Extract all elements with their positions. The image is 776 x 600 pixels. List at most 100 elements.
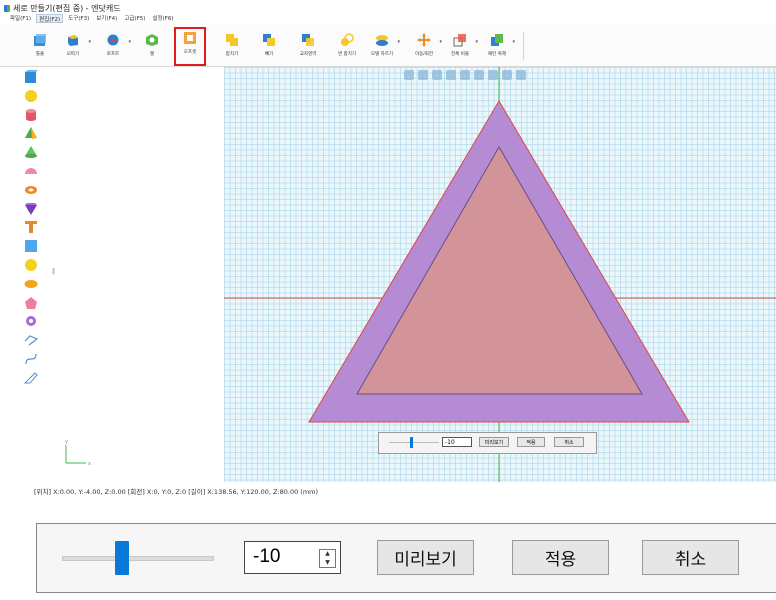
spin-down-icon[interactable]: ▼ — [320, 559, 335, 568]
scene — [224, 67, 776, 482]
view-back-icon[interactable] — [502, 70, 512, 80]
scale-dropdown-icon[interactable]: ▾ — [475, 39, 478, 45]
axis-x-label: x — [88, 461, 91, 467]
menu-edit[interactable]: 편집(F2) — [36, 14, 64, 23]
pattern-copy-dropdown-icon[interactable]: ▾ — [512, 39, 515, 45]
ellipse-icon[interactable] — [24, 277, 38, 291]
preview-label: 미리보기 — [394, 550, 457, 570]
rectangle-icon[interactable] — [24, 239, 38, 253]
move-rotate-button[interactable]: 이동/회전 ▾ — [410, 30, 442, 64]
model-cut-dropdown-icon[interactable]: ▾ — [397, 39, 400, 45]
cylinder-icon[interactable] — [24, 108, 38, 122]
primitive-toolbar — [18, 68, 44, 388]
menu-file[interactable]: 파일(F1) — [8, 14, 33, 23]
window-title: 세로 만들기(편집 중) - 엔닷캐드 — [13, 3, 121, 13]
mini-preview-button[interactable]: 미리보기 — [479, 437, 509, 447]
offset-value-spinbox[interactable]: -10 ▲ ▼ — [244, 541, 341, 574]
export-button[interactable]: 틀출 — [26, 30, 54, 64]
mini-preview-label: 미리보기 — [484, 440, 504, 446]
pattern-copy-button[interactable]: 패턴 복제 ▾ — [483, 30, 515, 64]
preview-button[interactable]: 미리보기 — [377, 540, 474, 575]
loft-label: 로프트 — [106, 52, 120, 57]
view-top-icon[interactable] — [460, 70, 470, 80]
intersect-button[interactable]: 교차영역 — [294, 30, 322, 64]
move-rotate-icon — [417, 33, 431, 47]
mini-offset-input[interactable]: -10 — [442, 437, 472, 447]
offset-control-small: -10 미리보기 적용 취소 — [378, 432, 597, 454]
prism-icon[interactable] — [24, 202, 38, 216]
menu-bar: 파일(F1) 편집(F2) 도구(F3) 보기(F4) 고급(F5) 설정(F6… — [8, 14, 175, 23]
offset-button[interactable]: 오프셋 — [174, 27, 206, 66]
apply-button[interactable]: 적용 — [512, 540, 609, 575]
app-window: 세로 만들기(편집 중) - 엔닷캐드 파일(F1) 편집(F2) 도구(F3)… — [0, 0, 776, 500]
mini-offset-value: -10 — [445, 439, 455, 446]
model-cut-button[interactable]: 모델 자르기 ▾ — [368, 30, 400, 64]
offset-value: -10 — [253, 546, 281, 567]
pentagon-icon[interactable] — [24, 296, 38, 310]
side-panel: y x — [46, 67, 225, 482]
menu-tools[interactable]: 도구(F3) — [66, 14, 91, 23]
cone-icon[interactable] — [24, 145, 38, 159]
mini-apply-button[interactable]: 적용 — [517, 437, 545, 447]
pyramid-icon[interactable] — [24, 126, 38, 140]
hemisphere-icon[interactable] — [24, 164, 38, 178]
shell-button[interactable]: 쉘 — [138, 30, 166, 64]
face-merge-button[interactable]: 면 합치기 — [333, 30, 361, 64]
text-icon[interactable] — [24, 220, 38, 234]
panel-collapse-handle[interactable]: ‖ — [52, 268, 56, 282]
model-cut-label: 모델 자르기 — [370, 52, 394, 57]
menu-advanced[interactable]: 고급(F5) — [122, 14, 147, 23]
toolbar-divider — [523, 32, 524, 60]
chamfer-button[interactable]: 모따기 ▾ — [59, 30, 91, 64]
union-icon — [226, 34, 238, 46]
chamfer-icon — [68, 35, 78, 46]
mini-cancel-button[interactable]: 취소 — [554, 437, 584, 447]
view-pan-icon[interactable] — [418, 70, 428, 80]
mini-slider-thumb[interactable] — [410, 437, 413, 448]
3d-viewport[interactable] — [224, 67, 776, 482]
view-right-icon[interactable] — [488, 70, 498, 80]
sphere-icon[interactable] — [24, 89, 38, 103]
chamfer-label: 모따기 — [66, 52, 80, 57]
mini-slider-track[interactable] — [389, 442, 439, 443]
export-label: 틀출 — [35, 52, 45, 57]
face-merge-label: 면 합치기 — [338, 52, 356, 57]
sketch-icon[interactable] — [24, 371, 38, 385]
shell-label: 쉘 — [149, 52, 155, 57]
menu-view[interactable]: 보기(F4) — [94, 14, 119, 23]
toolbar: 틀출 모따기 ▾ 로프트 ▾ 쉘 오프셋 합치기 빼기 교차영역 면 합치기 모… — [0, 24, 776, 67]
box-icon[interactable] — [24, 70, 38, 84]
model-cut-icon — [376, 35, 388, 46]
subtract-label: 빼기 — [264, 52, 274, 57]
circle-icon[interactable] — [24, 258, 38, 272]
offset-slider-track[interactable] — [62, 556, 214, 561]
scale-button[interactable]: 전체 비율 ▾ — [446, 30, 478, 64]
curve-icon[interactable] — [24, 352, 38, 366]
apply-label: 적용 — [544, 550, 577, 570]
menu-settings[interactable]: 설정(F6) — [150, 14, 175, 23]
intersect-icon — [302, 34, 314, 46]
union-button[interactable]: 합치기 — [218, 30, 246, 64]
cancel-button[interactable]: 취소 — [642, 540, 739, 575]
app-logo-icon — [4, 4, 10, 12]
move-rotate-dropdown-icon[interactable]: ▾ — [439, 39, 442, 45]
view-iso-icon[interactable] — [516, 70, 526, 80]
loft-dropdown-icon[interactable]: ▾ — [128, 39, 131, 45]
torus-icon[interactable] — [24, 183, 38, 197]
loft-button[interactable]: 로프트 ▾ — [99, 30, 131, 64]
axis-indicator: y x — [65, 439, 91, 467]
spin-up-icon[interactable]: ▲ — [320, 550, 335, 559]
subtract-icon — [263, 34, 275, 46]
view-front-icon[interactable] — [446, 70, 456, 80]
shell-icon — [146, 34, 158, 46]
chamfer-dropdown-icon[interactable]: ▾ — [88, 39, 91, 45]
offset-slider-thumb[interactable] — [115, 541, 129, 575]
subtract-button[interactable]: 빼기 — [255, 30, 283, 64]
polyline-icon[interactable] — [24, 333, 38, 347]
view-move-icon[interactable] — [404, 70, 414, 80]
gear-icon[interactable] — [24, 314, 38, 328]
view-left-icon[interactable] — [474, 70, 484, 80]
mini-apply-label: 적용 — [526, 440, 536, 446]
view-home-icon[interactable] — [432, 70, 442, 80]
status-bar: [위치] X:0.00, Y:-4.00, Z:0.00 [회전] X:0, Y… — [34, 488, 319, 496]
